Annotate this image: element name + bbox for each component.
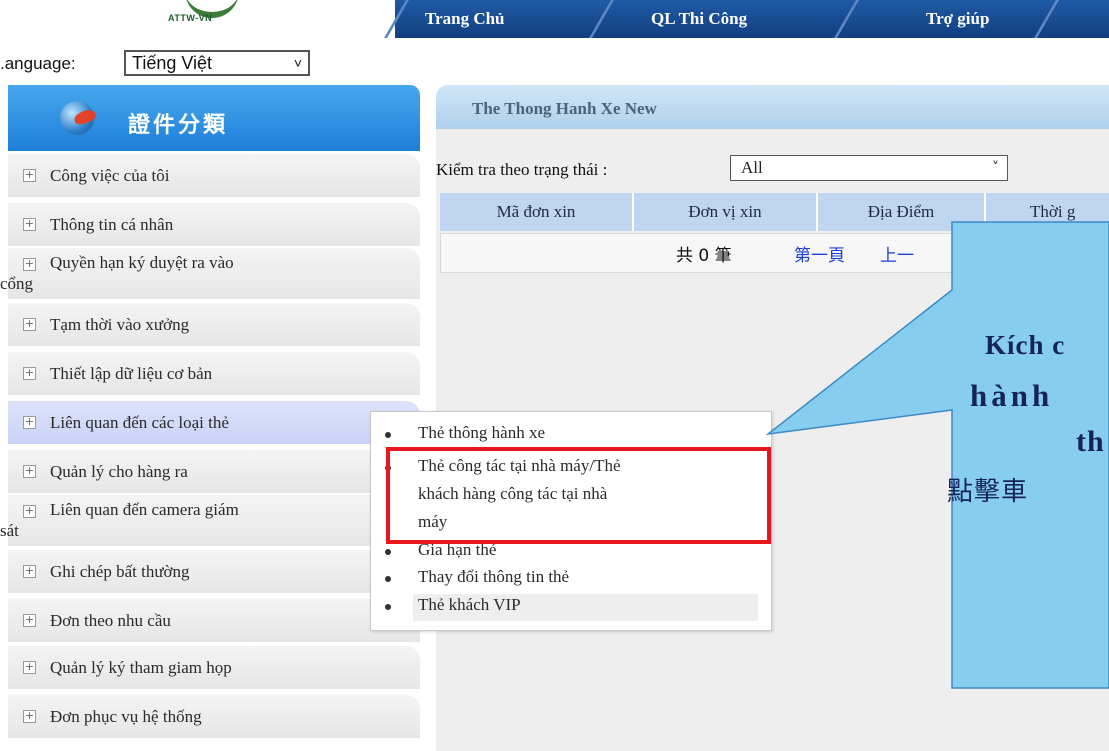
first-page-link[interactable]: 第一頁 [794, 241, 845, 266]
sidebar-item-label: Công việc của tôi [50, 166, 170, 185]
callout-text-line: hành [970, 378, 1054, 413]
nav-divider [834, 0, 859, 38]
expand-icon: + [23, 217, 36, 231]
submenu-item-vip-card[interactable]: Thẻ khách VIP [418, 595, 521, 615]
bullet-icon [385, 432, 391, 438]
column-header[interactable]: Địa Điểm [818, 193, 986, 231]
sidebar-item-anomaly-log[interactable]: + Ghi chép bất thường [8, 550, 420, 594]
bullet-icon [385, 576, 391, 582]
chevron-down-icon: ˅ [992, 160, 999, 176]
sidebar-item-label-cont: cổng [0, 274, 34, 293]
sidebar-title: 證件分類 [128, 113, 229, 138]
sidebar-item-label: Quản lý ký tham giam họp [50, 658, 232, 677]
sidebar-item-system-service[interactable]: + Đơn phục vụ hệ thống [8, 695, 420, 739]
sidebar-item-label: Đơn phục vụ hệ thống [50, 707, 202, 726]
column-header[interactable]: Thời g [986, 193, 1109, 231]
status-filter-value: All [741, 158, 763, 177]
nav-help[interactable]: Trợ giúp [926, 6, 989, 32]
sidebar-item-label: Tạm thời vào xưởng [50, 315, 190, 334]
sidebar: 證件分類 + Công việc của tôi + Thông tin cá … [0, 85, 420, 751]
expand-icon: + [23, 613, 36, 627]
language-value: Tiếng Việt [132, 53, 213, 73]
expand-icon: + [23, 504, 36, 518]
sidebar-item-camera[interactable]: + Liên quan đến camera giám sát [0, 495, 420, 547]
sidebar-item-label: Liên quan đến các loại thẻ [50, 413, 229, 432]
nav-construction[interactable]: QL Thi Công [651, 6, 747, 32]
sidebar-item-temp-entry[interactable]: + Tạm thời vào xưởng [8, 303, 420, 347]
sidebar-item-requests[interactable]: + Đơn theo nhu cầu [8, 599, 420, 643]
bullet-icon [385, 549, 391, 555]
nav-home[interactable]: Trang Chủ [425, 6, 505, 32]
sidebar-item-goods-out[interactable]: + Quản lý cho hàng ra [8, 450, 420, 494]
language-label: .anguage: [0, 54, 76, 73]
expand-icon: + [23, 660, 36, 674]
sidebar-item-label: Quản lý cho hàng ra [50, 462, 188, 481]
expand-icon: + [23, 564, 36, 578]
sidebar-item-meetings[interactable]: + Quản lý ký tham giam họp [8, 646, 420, 690]
top-nav: Trang Chủ QL Thi Công Trợ giúp [384, 0, 1109, 38]
nav-divider [589, 0, 614, 38]
prev-page-link[interactable]: 上一 [880, 241, 914, 266]
callout-text-line: Kích c [985, 330, 1066, 360]
expand-icon: + [23, 415, 36, 429]
expand-icon: + [23, 464, 36, 478]
callout-text-line: 點擊車 [947, 477, 1029, 507]
expand-icon: + [23, 168, 36, 182]
sidebar-item-personal-info[interactable]: + Thông tin cá nhân [8, 203, 420, 247]
nav-divider [1034, 0, 1059, 38]
callout-text-line: th [1076, 425, 1105, 458]
highlight-box [386, 447, 771, 544]
globe-icon [60, 101, 94, 135]
sidebar-item-label: Thông tin cá nhân [50, 215, 174, 234]
page-title: The Thong Hanh Xe New [472, 99, 657, 118]
sidebar-header: 證件分類 [8, 85, 420, 151]
chevron-down-icon: ˅ [293, 55, 302, 71]
language-select[interactable]: Tiếng Việt ˅ [124, 50, 310, 76]
submenu-item-change-card-info[interactable]: Thay đổi thông tin thẻ [418, 567, 569, 587]
sidebar-item-label-cont: sát [0, 521, 19, 540]
status-filter-select[interactable]: All ˅ [730, 155, 1008, 181]
sidebar-item-label: Quyền hạn ký duyệt ra vào [50, 253, 234, 272]
sidebar-item-my-work[interactable]: + Công việc của tôi [8, 154, 420, 198]
sidebar-item-label: Thiết lập dữ liệu cơ bản [50, 364, 213, 383]
sidebar-item-base-data[interactable]: + Thiết lập dữ liệu cơ bản [8, 352, 420, 396]
table-header: Mã đơn xin Đơn vị xin Địa Điểm Thời g [440, 193, 1109, 231]
sidebar-item-card-types[interactable]: + Liên quan đến các loại thẻ [8, 401, 420, 445]
logo-text: ATTW-VN [168, 13, 213, 23]
submenu-item-vehicle-pass[interactable]: Thẻ thông hành xe [418, 423, 545, 443]
column-header[interactable]: Mã đơn xin [440, 193, 634, 231]
sidebar-item-gate-approval[interactable]: + Quyền hạn ký duyệt ra vào cổng [0, 248, 420, 300]
bullet-icon [385, 604, 391, 610]
record-count: 共 0 筆 [676, 246, 732, 266]
expand-icon: + [23, 709, 36, 723]
status-filter-label: Kiểm tra theo trạng thái : [436, 160, 608, 179]
sidebar-item-label: Ghi chép bất thường [50, 562, 190, 581]
expand-icon: + [23, 366, 36, 380]
sidebar-item-label: Liên quan đến camera giám [50, 500, 239, 519]
sidebar-item-label: Đơn theo nhu cầu [50, 611, 171, 630]
pagination-bar [440, 233, 1109, 273]
expand-icon: + [23, 317, 36, 331]
expand-icon: + [23, 257, 36, 271]
column-header[interactable]: Đơn vị xin [634, 193, 818, 231]
